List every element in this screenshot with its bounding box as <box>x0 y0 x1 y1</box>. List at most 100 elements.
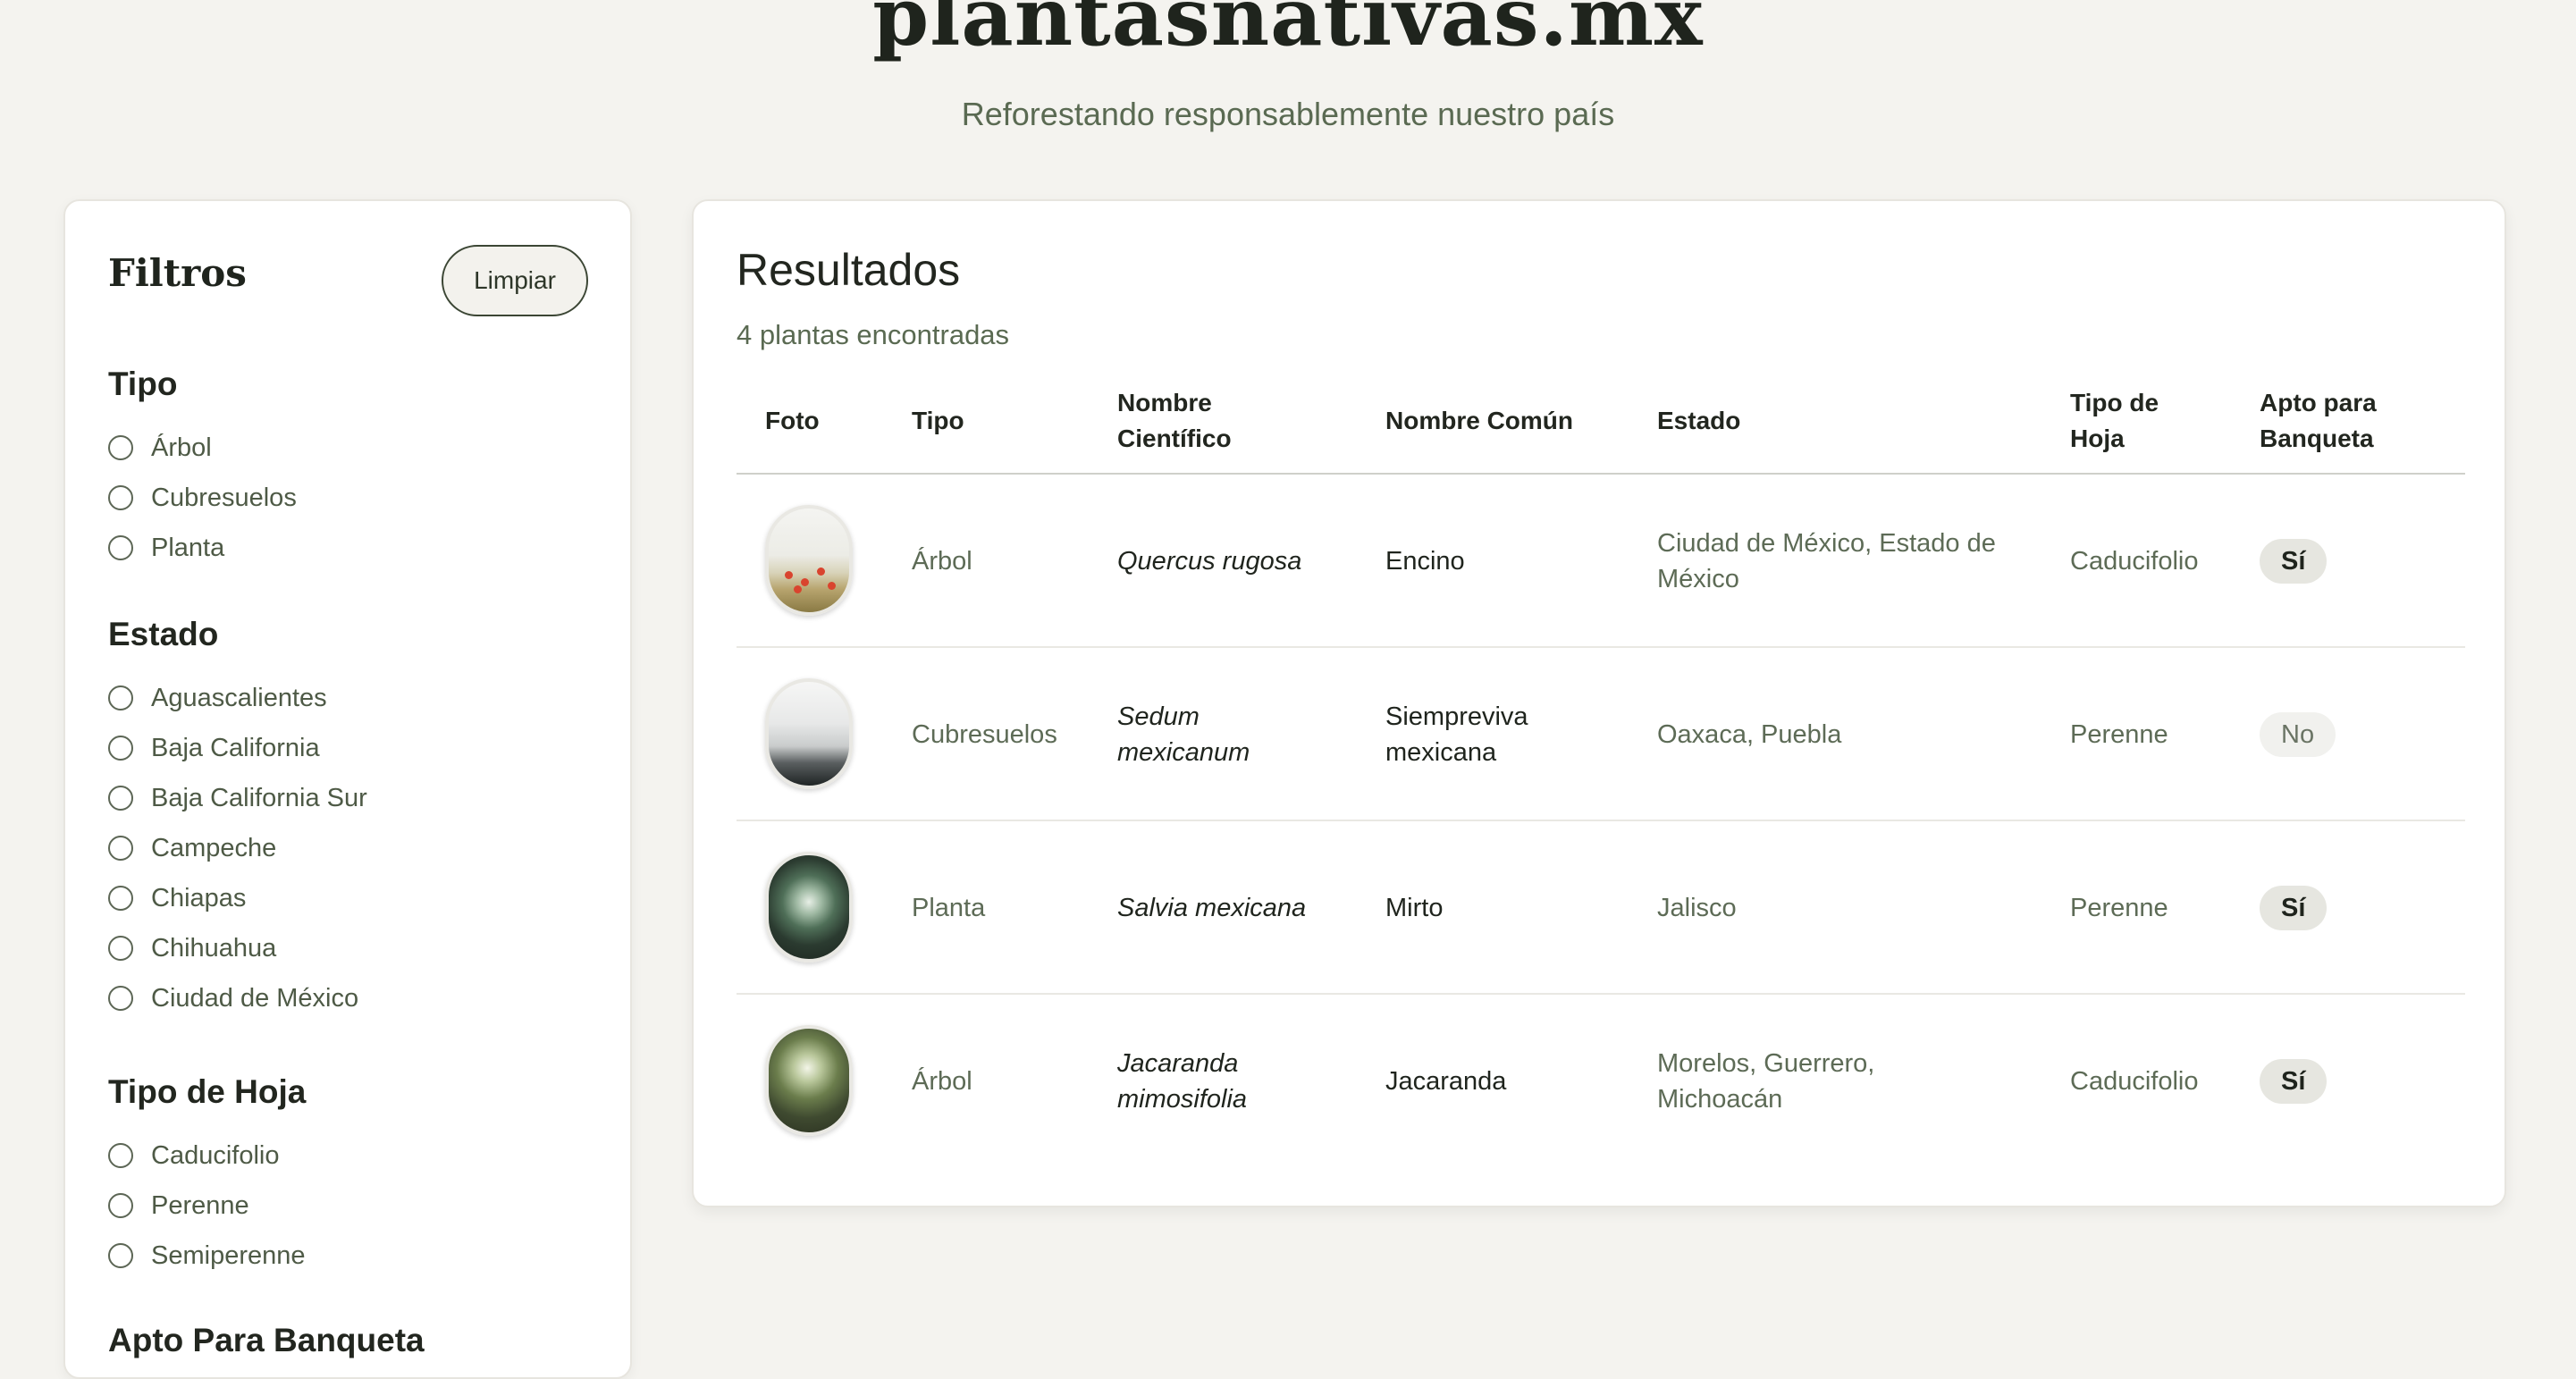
filter-option-baja-california-sur[interactable]: Baja California Sur <box>108 780 367 816</box>
misty-forest-photo <box>765 678 853 789</box>
cell-nombre-cientifico: Salvia mexicana <box>1117 894 1307 922</box>
radio-button[interactable] <box>108 836 133 861</box>
cell-tipo-hoja: Perenne <box>2070 720 2168 749</box>
column-header-line: Tipo de <box>2070 389 2159 416</box>
filter-option-label: Perenne <box>151 1190 249 1220</box>
cell-tipo: Cubresuelos <box>912 720 1057 749</box>
column-header-line: Apto para <box>2260 389 2377 416</box>
results-count: 4 plantas encontradas <box>737 319 1010 350</box>
cell-line: Jacaranda <box>1117 1049 1239 1078</box>
cell-line: Ciudad de México, Estado de <box>1657 529 1996 558</box>
column-header-nombre-comun: Nombre Común <box>1385 407 1573 434</box>
apto-badge: Sí <box>2260 539 2328 584</box>
radio-button[interactable] <box>108 986 133 1011</box>
cell-nombre-cientifico: Jacaranda mimosifolia <box>1117 995 1247 1168</box>
cell-estado: Morelos, Guerrero, Michoacán <box>1657 995 1874 1168</box>
radio-button[interactable] <box>108 736 133 761</box>
filter-option-label: Aguascalientes <box>151 683 327 712</box>
cell-nombre-comun: Encino <box>1385 547 1465 576</box>
column-header-line: Científico <box>1117 425 1232 452</box>
cell-tipo: Árbol <box>912 1067 972 1096</box>
column-header-line: Nombre <box>1117 389 1212 416</box>
cell-nombre-cientifico: Quercus rugosa <box>1117 547 1302 576</box>
cell-apto: Sí <box>2260 821 2328 995</box>
radio-button[interactable] <box>108 786 133 811</box>
filter-option-cubresuelos[interactable]: Cubresuelos <box>108 480 297 516</box>
cell-line: mexicana <box>1385 738 1497 767</box>
column-header-tipo: Tipo <box>912 407 964 434</box>
filter-option-aguascalientes[interactable]: Aguascalientes <box>108 680 327 716</box>
radio-button[interactable] <box>108 936 133 961</box>
filter-option-planta[interactable]: Planta <box>108 530 224 566</box>
cell-estado: Ciudad de México, Estado de México <box>1657 475 1996 648</box>
cell-tipo-hoja: Perenne <box>2070 894 2168 922</box>
filter-option-ciudad-de-mexico[interactable]: Ciudad de México <box>108 980 358 1016</box>
radio-button[interactable] <box>108 1193 133 1218</box>
filter-option-semiperenne[interactable]: Semiperenne <box>108 1238 306 1274</box>
cell-line: Siempreviva <box>1385 702 1528 731</box>
cell-apto: Sí <box>2260 995 2328 1168</box>
site-tagline: Reforestando responsablemente nuestro pa… <box>961 96 1615 132</box>
filter-option-label: Cubresuelos <box>151 483 297 512</box>
wildflower-meadow-photo <box>765 505 853 616</box>
filters-title: Filtros <box>108 251 247 295</box>
filter-option-perenne[interactable]: Perenne <box>108 1188 249 1223</box>
filter-option-label: Baja California <box>151 733 320 762</box>
column-header-tipo-hoja: Tipo de Hoja <box>2070 385 2159 457</box>
filter-option-chihuahua[interactable]: Chihuahua <box>108 930 276 966</box>
table-row[interactable]: Planta Salvia mexicana Mirto Jalisco Per… <box>737 821 2465 995</box>
filter-option-chiapas[interactable]: Chiapas <box>108 880 246 916</box>
results-panel: Resultados 4 plantas encontradas Foto Ti… <box>692 199 2506 1207</box>
cell-estado: Oaxaca, Puebla <box>1657 720 1842 749</box>
cell-line: México <box>1657 565 1739 593</box>
filter-option-label: Baja California Sur <box>151 783 367 812</box>
filter-group-tipo-title: Tipo <box>108 366 178 402</box>
filter-option-campeche[interactable]: Campeche <box>108 830 276 866</box>
column-header-nombre-cientifico: Nombre Científico <box>1117 385 1232 457</box>
table-row[interactable]: Cubresuelos Sedum mexicanum Siempreviva … <box>737 648 2465 821</box>
cell-apto: Sí <box>2260 475 2328 648</box>
column-header-line: Hoja <box>2070 425 2125 452</box>
radio-button[interactable] <box>108 1143 133 1168</box>
filter-option-label: Planta <box>151 533 225 562</box>
radio-button[interactable] <box>108 485 133 510</box>
cell-tipo-hoja: Caducifolio <box>2070 547 2199 576</box>
cell-line: Michoacán <box>1657 1085 1783 1114</box>
filter-option-caducifolio[interactable]: Caducifolio <box>108 1138 279 1173</box>
cell-nombre-comun: Siempreviva mexicana <box>1385 648 1528 821</box>
results-title: Resultados <box>737 245 961 295</box>
cell-line: Sedum <box>1117 702 1200 731</box>
radio-button[interactable] <box>108 535 133 560</box>
filter-option-label: Caducifolio <box>151 1140 280 1170</box>
radio-button[interactable] <box>108 1243 133 1268</box>
filter-option-label: Semiperenne <box>151 1240 306 1270</box>
filter-group-estado-title: Estado <box>108 616 219 652</box>
filter-group-tipo-hoja-title: Tipo de Hoja <box>108 1073 307 1110</box>
cell-line: mexicanum <box>1117 738 1250 767</box>
radio-button[interactable] <box>108 886 133 911</box>
filter-option-arbol[interactable]: Árbol <box>108 430 212 466</box>
filter-option-baja-california[interactable]: Baja California <box>108 730 320 766</box>
cell-nombre-comun: Jacaranda <box>1385 1067 1507 1096</box>
filter-option-label: Chiapas <box>151 883 247 912</box>
site-title: plantasnativas.mx <box>872 0 1704 64</box>
cell-line: mimosifolia <box>1117 1085 1248 1114</box>
cell-estado: Jalisco <box>1657 894 1737 922</box>
cell-line: Morelos, Guerrero, <box>1657 1049 1875 1078</box>
apto-badge: Sí <box>2260 886 2328 930</box>
column-header-apto-banqueta: Apto para Banqueta <box>2260 385 2377 457</box>
tree-canopy-photo <box>765 1025 853 1136</box>
cell-tipo-hoja: Caducifolio <box>2070 1067 2199 1096</box>
cell-tipo: Planta <box>912 894 986 922</box>
filter-option-label: Chihuahua <box>151 933 277 963</box>
apto-badge: Sí <box>2260 1059 2328 1104</box>
clear-filters-button[interactable]: Limpiar <box>442 245 588 316</box>
table-row[interactable]: Árbol Quercus rugosa Encino Ciudad de Mé… <box>737 475 2465 648</box>
cell-tipo: Árbol <box>912 547 972 576</box>
apto-badge: No <box>2260 712 2336 757</box>
radio-button[interactable] <box>108 685 133 711</box>
radio-button[interactable] <box>108 435 133 460</box>
table-row[interactable]: Árbol Jacaranda mimosifolia Jacaranda Mo… <box>737 995 2465 1168</box>
cell-apto: No <box>2260 648 2336 821</box>
cell-nombre-comun: Mirto <box>1385 894 1444 922</box>
